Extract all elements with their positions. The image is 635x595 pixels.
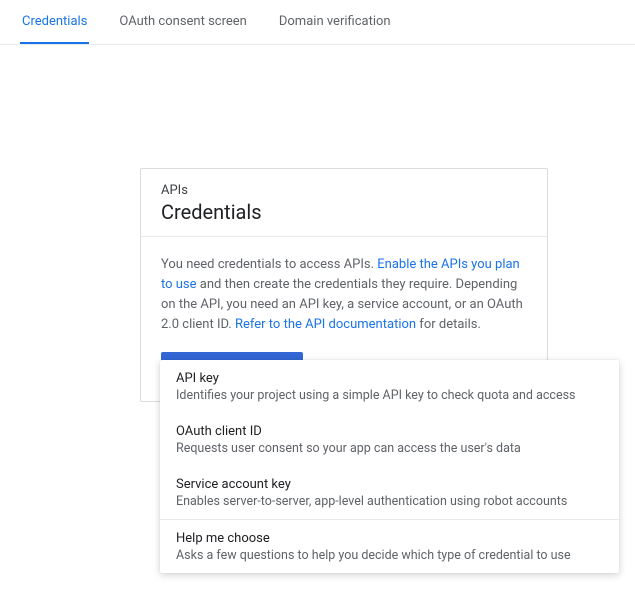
tab-domain-verification[interactable]: Domain verification: [277, 0, 393, 44]
menu-item-service-account-key[interactable]: Service account key Enables server-to-se…: [160, 466, 619, 519]
menu-item-title: Help me choose: [176, 531, 603, 546]
menu-item-desc: Enables server-to-server, app-level auth…: [176, 494, 603, 509]
api-docs-link[interactable]: Refer to the API documentation: [235, 317, 416, 332]
menu-item-oauth-client-id[interactable]: OAuth client ID Requests user consent so…: [160, 413, 619, 466]
menu-item-title: API key: [176, 371, 603, 386]
help-text: You need credentials to access APIs. Ena…: [161, 255, 527, 336]
help-tail: for details.: [416, 317, 481, 332]
menu-item-title: OAuth client ID: [176, 424, 603, 439]
create-credentials-menu: API key Identifies your project using a …: [160, 360, 619, 573]
tab-oauth-consent[interactable]: OAuth consent screen: [117, 0, 248, 44]
card-title: Credentials: [161, 200, 262, 224]
menu-item-desc: Requests user consent so your app can ac…: [176, 441, 603, 456]
menu-item-help-me-choose[interactable]: Help me choose Asks a few questions to h…: [160, 520, 619, 573]
menu-item-api-key[interactable]: API key Identifies your project using a …: [160, 360, 619, 413]
menu-item-title: Service account key: [176, 477, 603, 492]
help-lead: You need credentials to access APIs.: [161, 257, 377, 272]
card-header: APIs Credentials: [141, 169, 547, 237]
tab-bar: Credentials OAuth consent screen Domain …: [0, 0, 635, 45]
tab-credentials[interactable]: Credentials: [20, 0, 89, 44]
menu-item-desc: Identifies your project using a simple A…: [176, 388, 603, 403]
menu-item-desc: Asks a few questions to help you decide …: [176, 548, 603, 563]
card-eyebrow: APIs: [161, 183, 527, 198]
